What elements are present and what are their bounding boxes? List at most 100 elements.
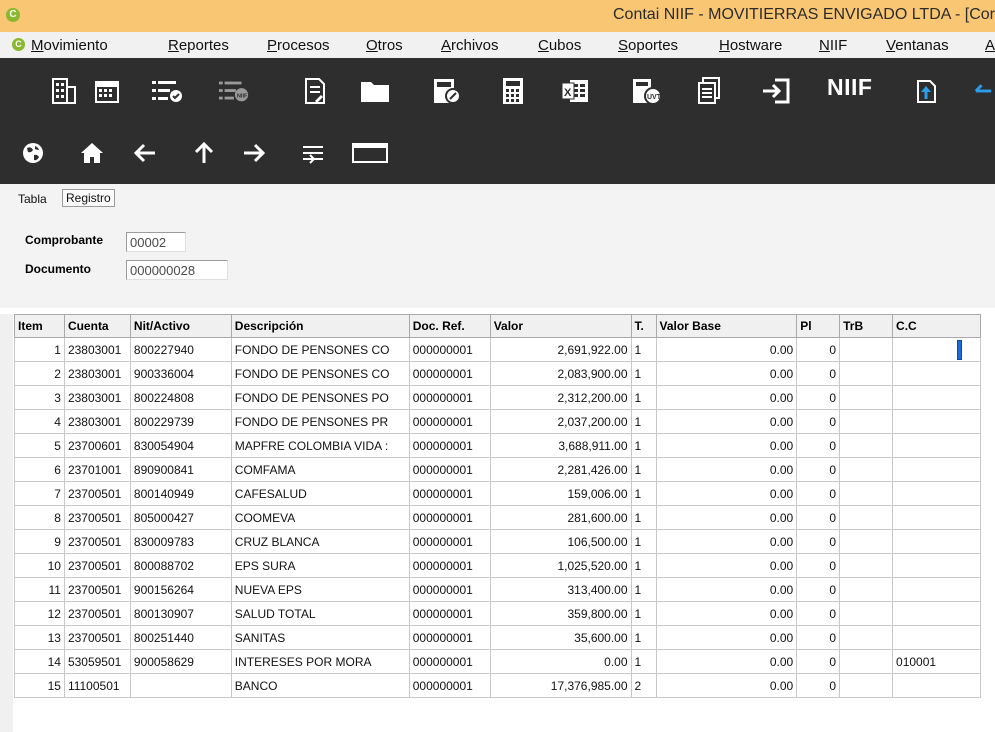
cell-pl[interactable]: 0	[796, 529, 841, 554]
menu-cubos[interactable]: Cubos	[538, 37, 581, 54]
cell-cuenta[interactable]: 23803001	[63, 409, 131, 434]
tab-registro[interactable]: Registro	[62, 189, 115, 207]
cell-descripcion[interactable]: BANCO	[230, 673, 410, 698]
cell-cc[interactable]	[892, 409, 981, 434]
header-pl[interactable]: Pl	[796, 314, 841, 338]
tab-tabla[interactable]: Tabla	[16, 192, 49, 206]
cell-nit[interactable]: 800251440	[129, 625, 232, 650]
cell-valor[interactable]: 2,281,426.00	[489, 457, 632, 482]
documento-field[interactable]: 000000028	[126, 260, 228, 280]
cell-cc[interactable]	[892, 433, 981, 458]
cell-nit[interactable]: 800088702	[129, 553, 232, 578]
cell-item[interactable]: 15	[14, 673, 65, 698]
cell-cuenta[interactable]: 23700501	[63, 481, 131, 506]
table-row[interactable]: 15 11100501 BANCO 000000001 17,376,985.00 2 0.…	[14, 673, 981, 698]
table-row[interactable]: 2 23803001 900336004 FONDO DE PENSONES CO 00…	[14, 361, 981, 386]
cell-valor[interactable]: 1,025,520.00	[489, 553, 632, 578]
cell-valor[interactable]: 2,312,200.00	[489, 385, 632, 410]
cell-nit[interactable]: 890900841	[129, 457, 232, 482]
cell-t[interactable]: 2	[630, 673, 657, 698]
cell-trb[interactable]	[839, 553, 894, 578]
menu-procesos[interactable]: Procesos	[267, 37, 330, 54]
cell-item[interactable]: 8	[14, 505, 65, 530]
cell-t[interactable]: 1	[630, 577, 657, 602]
list-icon[interactable]	[298, 138, 328, 168]
cell-docref[interactable]: 000000001	[408, 529, 491, 554]
cell-item[interactable]: 9	[14, 529, 65, 554]
cell-docref[interactable]: 000000001	[408, 505, 491, 530]
menu-ventanas[interactable]: Ventanas	[886, 37, 949, 54]
menu-more[interactable]: A	[985, 37, 995, 54]
calculator-icon[interactable]	[497, 74, 529, 108]
cell-cuenta[interactable]: 23700501	[63, 553, 131, 578]
cell-docref[interactable]: 000000001	[408, 337, 491, 362]
cell-valorbase[interactable]: 0.00	[655, 601, 798, 626]
header-cuenta[interactable]: Cuenta	[63, 314, 131, 338]
cell-item[interactable]: 4	[14, 409, 65, 434]
folder-icon[interactable]	[359, 74, 391, 108]
cell-descripcion[interactable]: FONDO DE PENSONES CO	[230, 337, 410, 362]
cell-trb[interactable]	[839, 673, 894, 698]
cell-cc[interactable]	[892, 577, 981, 602]
cell-item[interactable]: 2	[14, 361, 65, 386]
cell-nit[interactable]: 830009783	[129, 529, 232, 554]
menu-otros[interactable]: Otros	[366, 37, 403, 54]
header-docref[interactable]: Doc. Ref.	[408, 314, 491, 338]
cell-descripcion[interactable]: INTERESES POR MORA	[230, 649, 410, 674]
cell-nit[interactable]: 800229739	[129, 409, 232, 434]
cell-t[interactable]: 1	[630, 505, 657, 530]
cell-cc[interactable]	[892, 553, 981, 578]
cell-valor[interactable]: 2,083,900.00	[489, 361, 632, 386]
cell-t[interactable]: 1	[630, 385, 657, 410]
cell-descripcion[interactable]: CRUZ BLANCA	[230, 529, 410, 554]
cell-trb[interactable]	[839, 481, 894, 506]
cell-cuenta[interactable]: 23700601	[63, 433, 131, 458]
cell-valorbase[interactable]: 0.00	[655, 433, 798, 458]
cell-descripcion[interactable]: COOMEVA	[230, 505, 410, 530]
cell-docref[interactable]: 000000001	[408, 385, 491, 410]
cell-valorbase[interactable]: 0.00	[655, 625, 798, 650]
cell-valor[interactable]: 35,600.00	[489, 625, 632, 650]
cell-t[interactable]: 1	[630, 361, 657, 386]
cell-docref[interactable]: 000000001	[408, 577, 491, 602]
header-nit[interactable]: Nit/Activo	[129, 314, 232, 338]
home-icon[interactable]	[77, 138, 107, 168]
cell-t[interactable]: 1	[630, 601, 657, 626]
header-valorbase[interactable]: Valor Base	[655, 314, 798, 338]
cell-nit[interactable]: 900058629	[129, 649, 232, 674]
cell-pl[interactable]: 0	[796, 337, 841, 362]
cell-cuenta[interactable]: 11100501	[63, 673, 131, 698]
cell-valorbase[interactable]: 0.00	[655, 505, 798, 530]
cell-nit[interactable]: 800227940	[129, 337, 232, 362]
cell-t[interactable]: 1	[630, 433, 657, 458]
cell-valorbase[interactable]: 0.00	[655, 409, 798, 434]
cell-docref[interactable]: 000000001	[408, 625, 491, 650]
cell-valorbase[interactable]: 0.00	[655, 577, 798, 602]
documents-icon[interactable]	[693, 74, 725, 108]
cell-item[interactable]: 10	[14, 553, 65, 578]
cell-pl[interactable]: 0	[796, 577, 841, 602]
cell-cuenta[interactable]: 23700501	[63, 601, 131, 626]
comprobante-field[interactable]: 00002	[126, 232, 186, 252]
table-row[interactable]: 14 53059501 900058629 INTERESES POR MORA 000…	[14, 649, 981, 674]
cell-cc[interactable]	[892, 385, 981, 410]
cell-pl[interactable]: 0	[796, 673, 841, 698]
cell-valor[interactable]: 2,691,922.00	[489, 337, 632, 362]
menu-archivos[interactable]: Archivos	[441, 37, 499, 54]
cell-item[interactable]: 5	[14, 433, 65, 458]
cell-valorbase[interactable]: 0.00	[655, 385, 798, 410]
cell-cuenta[interactable]: 23700501	[63, 625, 131, 650]
cell-pl[interactable]: 0	[796, 649, 841, 674]
table-row[interactable]: 11 23700501 900156264 NUEVA EPS 000000001 313…	[14, 577, 981, 602]
cell-t[interactable]: 1	[630, 553, 657, 578]
cell-t[interactable]: 1	[630, 409, 657, 434]
cell-nit[interactable]: 900156264	[129, 577, 232, 602]
vertical-scrollbar[interactable]	[0, 314, 13, 732]
cell-valorbase[interactable]: 0.00	[655, 529, 798, 554]
table-row[interactable]: 12 23700501 800130907 SALUD TOTAL 000000001 3…	[14, 601, 981, 626]
cell-pl[interactable]: 0	[796, 409, 841, 434]
cell-pl[interactable]: 0	[796, 601, 841, 626]
cell-trb[interactable]	[839, 649, 894, 674]
cell-item[interactable]: 7	[14, 481, 65, 506]
table-row[interactable]: 3 23803001 800224808 FONDO DE PENSONES PO 00…	[14, 385, 981, 410]
